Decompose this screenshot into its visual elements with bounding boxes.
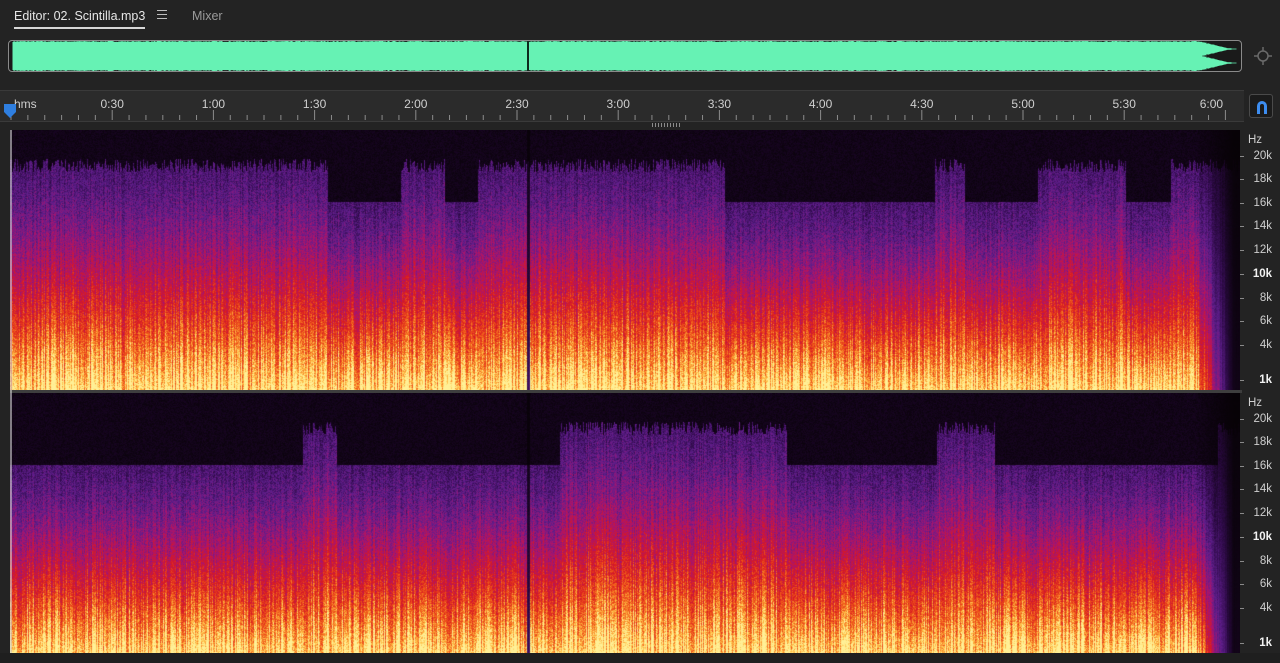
ruler-tick-label: 3:30 xyxy=(707,97,732,111)
frequency-label: 18k xyxy=(1253,173,1272,185)
tab-editor[interactable]: Editor: 02. Scintilla.mp3 xyxy=(14,9,146,29)
overview-waveform[interactable] xyxy=(8,40,1242,72)
frequency-scale-right[interactable]: Hz 20k 18k 16k 14k 12k 10k 8k 6k 4k 1k xyxy=(1240,393,1280,653)
frequency-label: 10k xyxy=(1252,531,1272,543)
ruler-tick-label: 5:00 xyxy=(1011,97,1035,111)
frequency-tick xyxy=(1240,466,1244,467)
frequency-tick xyxy=(1240,298,1244,299)
snap-toggle-button[interactable] xyxy=(1249,94,1273,118)
frequency-unit: Hz xyxy=(1248,134,1263,146)
playhead-marker-icon[interactable] xyxy=(4,104,16,118)
ruler-tick-label: 5:30 xyxy=(1112,97,1136,111)
frequency-label: 8k xyxy=(1259,555,1272,567)
ruler-tick-label: 4:30 xyxy=(910,97,934,111)
overview-waveform-graphic xyxy=(12,41,1237,71)
spectrogram-left xyxy=(10,130,1240,390)
frequency-tick xyxy=(1240,513,1244,514)
ruler-tick-label: 2:30 xyxy=(505,97,529,111)
frequency-label: 4k xyxy=(1259,339,1272,351)
ruler-tick-label: 3:00 xyxy=(606,97,630,111)
frequency-tick xyxy=(1240,274,1244,275)
frequency-label: 20k xyxy=(1253,413,1272,425)
selection-start-line xyxy=(10,130,12,653)
frequency-tick xyxy=(1240,380,1244,381)
ruler-tick-label: 1:30 xyxy=(302,97,327,111)
frequency-label: 6k xyxy=(1259,315,1272,327)
frequency-tick xyxy=(1240,489,1244,490)
frequency-label: 14k xyxy=(1253,483,1272,495)
frequency-tick xyxy=(1240,250,1244,251)
frequency-label: 12k xyxy=(1253,244,1272,256)
ruler-units: hms xyxy=(14,97,37,111)
frequency-tick xyxy=(1240,643,1244,644)
time-ruler[interactable]: hms 0:30 1:00 1:30 2:00 2:30 3:00 3:30 4:00 4:30… xyxy=(0,90,1244,122)
panel-resize-grip[interactable] xyxy=(652,123,680,127)
spectral-channel-left[interactable] xyxy=(10,130,1240,390)
frequency-label: 1k xyxy=(1259,637,1272,649)
hamburger-menu-icon[interactable] xyxy=(157,10,167,20)
frequency-label: 20k xyxy=(1253,150,1272,162)
frequency-scale-left[interactable]: Hz 20k 18k 16k 14k 12k 10k 8k 6k 4k 1k xyxy=(1240,130,1280,390)
frequency-tick xyxy=(1240,442,1244,443)
spectrogram-right xyxy=(10,393,1240,653)
frequency-label: 16k xyxy=(1253,460,1272,472)
ruler-tick-label: 0:30 xyxy=(100,97,124,111)
frequency-unit: Hz xyxy=(1248,397,1263,409)
frequency-tick xyxy=(1240,203,1244,204)
ruler-tick-label: 4:00 xyxy=(808,97,833,111)
frequency-tick xyxy=(1240,608,1244,609)
panel-tab-bar: Editor: 02. Scintilla.mp3 Mixer xyxy=(0,0,1280,34)
frequency-label: 16k xyxy=(1253,197,1272,209)
frequency-tick xyxy=(1240,419,1244,420)
bottom-bar xyxy=(0,653,1280,663)
ruler-tick-label: 6:00 xyxy=(1199,97,1224,111)
frequency-tick xyxy=(1240,345,1244,346)
frequency-label: 10k xyxy=(1252,268,1272,280)
frequency-tick xyxy=(1240,537,1244,538)
frequency-tick xyxy=(1240,584,1244,585)
spectral-channel-right[interactable] xyxy=(10,393,1240,653)
frequency-tick xyxy=(1240,561,1244,562)
frequency-label: 6k xyxy=(1259,578,1272,590)
frequency-label: 4k xyxy=(1259,602,1272,614)
ruler-tick-label: 2:00 xyxy=(404,97,428,111)
frequency-tick xyxy=(1240,179,1244,180)
frequency-label: 8k xyxy=(1259,292,1272,304)
frequency-label: 14k xyxy=(1253,220,1272,232)
zoom-navigator-icon[interactable] xyxy=(1253,46,1273,66)
tab-mixer[interactable]: Mixer xyxy=(192,9,223,23)
magnet-icon xyxy=(1257,101,1267,114)
frequency-tick xyxy=(1240,226,1244,227)
frequency-label: 12k xyxy=(1253,507,1272,519)
frequency-label: 18k xyxy=(1253,436,1272,448)
frequency-tick xyxy=(1240,321,1244,322)
frequency-tick xyxy=(1240,156,1244,157)
ruler-tick-label: 1:00 xyxy=(201,97,226,111)
frequency-label: 1k xyxy=(1259,374,1272,386)
